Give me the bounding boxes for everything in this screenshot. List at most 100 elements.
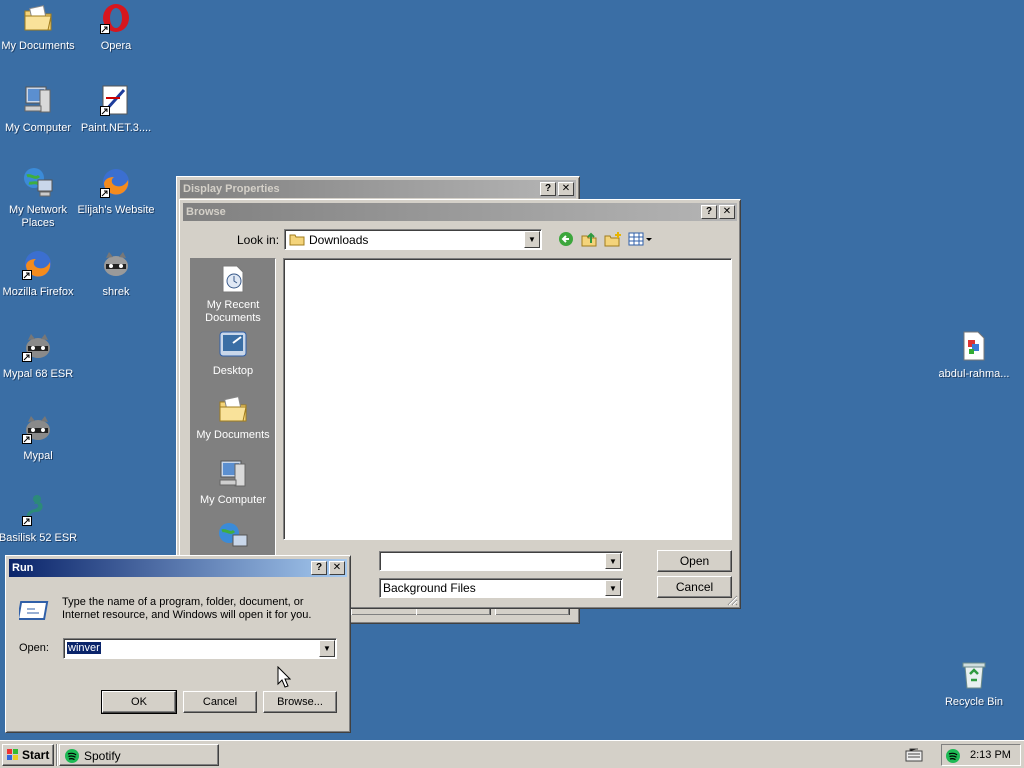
new-folder-button[interactable] — [604, 231, 622, 247]
desktop-icon-mypal-68-esr[interactable]: Mypal 68 ESR — [0, 330, 78, 381]
folder-documents-icon — [217, 393, 249, 425]
chevron-down-icon[interactable]: ▼ — [605, 553, 621, 569]
file-list[interactable] — [283, 258, 732, 540]
filetype-combobox[interactable]: Background Files ▼ — [379, 578, 623, 598]
taskbar: Start Spotify 2:13 PM — [0, 740, 1024, 768]
help-button[interactable]: ? — [701, 205, 717, 219]
start-button[interactable]: Start — [2, 744, 54, 766]
desktop-icon-label: Mypal 68 ESR — [2, 368, 74, 380]
up-folder-button[interactable] — [581, 231, 597, 247]
windows-logo-icon — [6, 748, 20, 762]
recycle-bin-icon — [958, 658, 990, 690]
desktop-icon-my-computer[interactable]: My Computer — [0, 84, 78, 135]
desktop-icon-paintnet[interactable]: Paint.NET.3.... — [76, 84, 156, 135]
browse-titlebar[interactable]: Browse ? ✕ — [183, 203, 737, 221]
desktop-icon-basilisk-52-esr[interactable]: Basilisk 52 ESR — [0, 494, 78, 545]
resize-grip-icon[interactable] — [726, 594, 738, 606]
place-my-documents[interactable]: My Documents — [191, 393, 275, 442]
taskbar-task-spotify[interactable]: Spotify — [59, 744, 219, 766]
display-properties-titlebar[interactable]: Display Properties ? ✕ — [180, 180, 576, 198]
close-button[interactable]: ✕ — [558, 182, 574, 196]
desktop-icon-abdul-rahma[interactable]: abdul-rahma... — [934, 330, 1014, 381]
help-button[interactable]: ? — [311, 561, 327, 575]
desktop-icon-label: Recycle Bin — [944, 696, 1004, 708]
chevron-down-icon[interactable]: ▼ — [524, 231, 540, 248]
cancel-button[interactable]: Cancel — [657, 576, 732, 598]
browse-dialog: Browse ? ✕ Look in: Downloads ▼ My Recen… — [179, 199, 741, 609]
desktop-icon-label: shrek — [102, 286, 130, 298]
place-label: My Computer — [199, 494, 267, 506]
run-icon — [16, 597, 51, 623]
back-arrow-icon — [558, 232, 574, 250]
chevron-down-icon[interactable]: ▼ — [605, 580, 621, 596]
place-label: Desktop — [212, 365, 254, 377]
mouse-cursor-icon — [277, 665, 292, 688]
computer-icon — [22, 84, 54, 116]
help-button[interactable]: ? — [540, 182, 556, 196]
task-label: Spotify — [84, 749, 121, 763]
shortcut-arrow-icon — [100, 106, 110, 116]
chevron-down-icon[interactable]: ▼ — [319, 640, 335, 657]
desktop-icon-label: Mypal — [23, 450, 53, 462]
new-folder-icon — [604, 232, 622, 250]
desktop-icon-label: Basilisk 52 ESR — [0, 532, 78, 544]
cancel-button[interactable]: Cancel — [183, 691, 257, 713]
close-button[interactable]: ✕ — [719, 205, 735, 219]
desktop-icon-label: My Network Places — [8, 204, 68, 229]
look-in-value: Downloads — [309, 233, 369, 247]
taskbar-separator — [56, 744, 58, 766]
desktop-icon-my-documents[interactable]: My Documents — [0, 2, 78, 53]
browse-button[interactable]: Browse... — [263, 691, 337, 713]
desktop-icon-recycle-bin[interactable]: Recycle Bin — [934, 658, 1014, 709]
raccoon-icon — [22, 412, 54, 444]
firefox-icon — [22, 248, 54, 280]
open-input-value[interactable]: winver — [67, 642, 101, 654]
filename-combobox[interactable]: ▼ — [379, 551, 623, 571]
document-icon — [958, 330, 990, 362]
open-label: Open: — [19, 642, 49, 654]
view-menu-button[interactable] — [628, 231, 654, 247]
keyboard-icon[interactable] — [905, 748, 923, 762]
places-bar: My Recent Documents Desktop My Documents… — [190, 258, 276, 558]
raccoon-icon — [22, 330, 54, 362]
view-menu-icon — [628, 232, 654, 250]
desktop-icon — [217, 329, 249, 361]
basilisk-icon — [22, 494, 54, 526]
clock[interactable]: 2:13 PM — [970, 749, 1011, 761]
close-button[interactable]: ✕ — [329, 561, 345, 575]
shortcut-arrow-icon — [100, 188, 110, 198]
window-title: Run — [12, 562, 34, 574]
desktop-icon-label: My Computer — [4, 122, 72, 134]
look-in-dropdown[interactable]: Downloads ▼ — [284, 229, 542, 250]
desktop-icon-shrek[interactable]: shrek — [76, 248, 156, 299]
system-tray: 2:13 PM — [941, 744, 1021, 766]
run-titlebar[interactable]: Run ? ✕ — [9, 559, 347, 577]
desktop-icon-label: Mozilla Firefox — [2, 286, 74, 298]
shortcut-arrow-icon — [22, 352, 32, 362]
raccoon-icon — [100, 248, 132, 280]
desktop-icon-my-network-places[interactable]: My Network Places — [0, 166, 78, 230]
window-title: Browse — [186, 206, 226, 218]
look-in-label: Look in: — [237, 233, 280, 247]
place-desktop[interactable]: Desktop — [191, 329, 275, 378]
desktop-icon-opera[interactable]: Opera — [76, 2, 156, 53]
desktop-icon-mozilla-firefox[interactable]: Mozilla Firefox — [0, 248, 78, 299]
opera-icon — [100, 2, 132, 34]
ok-button[interactable]: OK — [101, 690, 177, 714]
back-button[interactable] — [558, 231, 574, 247]
place-label: My Documents — [196, 429, 270, 441]
desktop-icon-mypal[interactable]: Mypal — [0, 412, 78, 463]
place-my-network-places[interactable] — [191, 521, 275, 553]
open-button[interactable]: Open — [657, 550, 732, 572]
window-title: Display Properties — [183, 183, 280, 195]
shortcut-arrow-icon — [22, 270, 32, 280]
place-my-recent-documents[interactable]: My Recent Documents — [191, 263, 275, 325]
place-my-computer[interactable]: My Computer — [191, 458, 275, 507]
place-label: My Recent Documents — [205, 299, 261, 324]
open-combobox[interactable]: winver ▼ — [63, 638, 337, 659]
desktop-icon-elijahs-website[interactable]: Elijah's Website — [76, 166, 156, 217]
recent-documents-icon — [217, 263, 249, 295]
network-icon — [217, 521, 249, 553]
spotify-icon[interactable] — [945, 748, 961, 764]
folder-documents-icon — [22, 2, 54, 34]
